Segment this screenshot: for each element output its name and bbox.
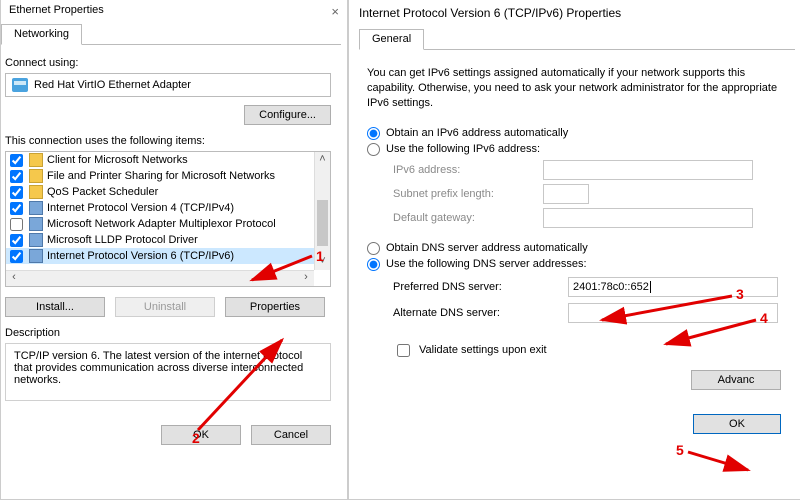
ipv6-properties-window: Internet Protocol Version 6 (TCP/IPv6) P… [348,0,800,500]
radio-use-ipv6-address-label: Use the following IPv6 address: [386,143,540,155]
ipv6-address-input [543,160,753,180]
alternate-dns-label: Alternate DNS server: [393,307,568,319]
radio-obtain-ipv6-auto-label: Obtain an IPv6 address automatically [386,127,568,139]
protocol-icon [29,233,43,247]
connection-items-list: Client for Microsoft Networks File and Pr… [5,151,331,287]
description-text: TCP/IP version 6. The latest version of … [5,343,331,401]
advanced-button[interactable]: Advanc [691,370,781,390]
radio-use-dns-addresses-label: Use the following DNS server addresses: [386,258,587,270]
preferred-dns-input[interactable]: 2401:78c0::652 [568,277,778,297]
ethernet-ok-button[interactable]: OK [161,425,241,445]
ipv6-tabstrip: General [359,28,795,50]
scroll-left-icon[interactable]: ‹ [6,271,22,286]
ipv6-address-group: IPv6 address: Subnet prefix length: Defa… [393,160,789,228]
list-item[interactable]: Microsoft LLDP Protocol Driver [6,232,314,248]
list-item[interactable]: Internet Protocol Version 6 (TCP/IPv6) [6,248,314,264]
item-checkbox[interactable] [10,154,23,167]
description-heading: Description [5,327,337,339]
scroll-down-icon[interactable]: ˅ [315,254,330,270]
adapter-name: Red Hat VirtIO Ethernet Adapter [34,79,191,91]
default-gateway-label: Default gateway: [393,212,543,224]
subnet-prefix-label: Subnet prefix length: [393,188,543,200]
protocol-icon [29,217,43,231]
items-label: This connection uses the following items… [5,135,337,147]
preferred-dns-label: Preferred DNS server: [393,281,568,293]
radio-obtain-dns-auto-label: Obtain DNS server address automatically [386,242,588,254]
default-gateway-input [543,208,753,228]
close-icon[interactable]: × [331,4,339,19]
connect-using-label: Connect using: [5,57,337,69]
item-label: Internet Protocol Version 4 (TCP/IPv4) [47,202,234,214]
ethernet-window-title: Ethernet Properties [9,4,104,19]
item-label: Client for Microsoft Networks [47,154,188,166]
subnet-prefix-input [543,184,589,204]
item-label: Microsoft Network Adapter Multiplexor Pr… [47,218,276,230]
list-item[interactable]: File and Printer Sharing for Microsoft N… [6,168,314,184]
alternate-dns-input[interactable] [568,303,778,323]
protocol-icon [29,201,43,215]
list-item[interactable]: QoS Packet Scheduler [6,184,314,200]
protocol-icon [29,153,43,167]
tab-general[interactable]: General [359,29,424,50]
radio-use-dns-addresses[interactable] [367,258,380,271]
scroll-right-icon[interactable]: › [298,271,314,286]
list-item[interactable]: Client for Microsoft Networks [6,152,314,168]
radio-use-ipv6-address[interactable] [367,143,380,156]
item-label: Microsoft LLDP Protocol Driver [47,234,198,246]
ipv6-address-label: IPv6 address: [393,164,543,176]
item-checkbox[interactable] [10,250,23,263]
protocol-icon [29,185,43,199]
item-checkbox[interactable] [10,170,23,183]
install-button[interactable]: Install... [5,297,105,317]
ethernet-cancel-button[interactable]: Cancel [251,425,331,445]
ipv6-ok-button[interactable]: OK [693,414,781,434]
text-caret-icon [650,281,651,293]
radio-obtain-ipv6-auto[interactable] [367,127,380,140]
scroll-thumb[interactable] [317,200,328,246]
tab-networking[interactable]: Networking [1,24,82,45]
item-checkbox[interactable] [10,186,23,199]
radio-obtain-dns-auto[interactable] [367,242,380,255]
validate-settings-label: Validate settings upon exit [419,344,547,356]
item-label: File and Printer Sharing for Microsoft N… [47,170,275,182]
item-checkbox[interactable] [10,218,23,231]
list-item[interactable]: Internet Protocol Version 4 (TCP/IPv4) [6,200,314,216]
uninstall-button: Uninstall [115,297,215,317]
horizontal-scrollbar[interactable]: ‹ › [6,270,314,286]
item-checkbox[interactable] [10,234,23,247]
ipv6-window-title: Internet Protocol Version 6 (TCP/IPv6) P… [349,0,800,24]
preferred-dns-value: 2401:78c0::652 [573,281,649,293]
item-label: QoS Packet Scheduler [47,186,158,198]
properties-button[interactable]: Properties [225,297,325,317]
configure-button[interactable]: Configure... [244,105,331,125]
protocol-icon [29,169,43,183]
item-checkbox[interactable] [10,202,23,215]
protocol-icon [29,249,43,263]
ethernet-properties-window: Ethernet Properties × Networking Connect… [0,0,348,500]
validate-settings-checkbox[interactable] [397,344,410,357]
ipv6-intro-text: You can get IPv6 settings assigned autom… [367,66,789,111]
network-adapter-icon [12,78,28,92]
scroll-up-icon[interactable]: ˄ [315,152,330,168]
vertical-scrollbar[interactable]: ˄ ˅ [314,152,330,270]
list-item[interactable]: Microsoft Network Adapter Multiplexor Pr… [6,216,314,232]
item-label: Internet Protocol Version 6 (TCP/IPv6) [47,250,234,262]
adapter-field: Red Hat VirtIO Ethernet Adapter [5,73,331,97]
ethernet-tabstrip: Networking [1,23,341,45]
